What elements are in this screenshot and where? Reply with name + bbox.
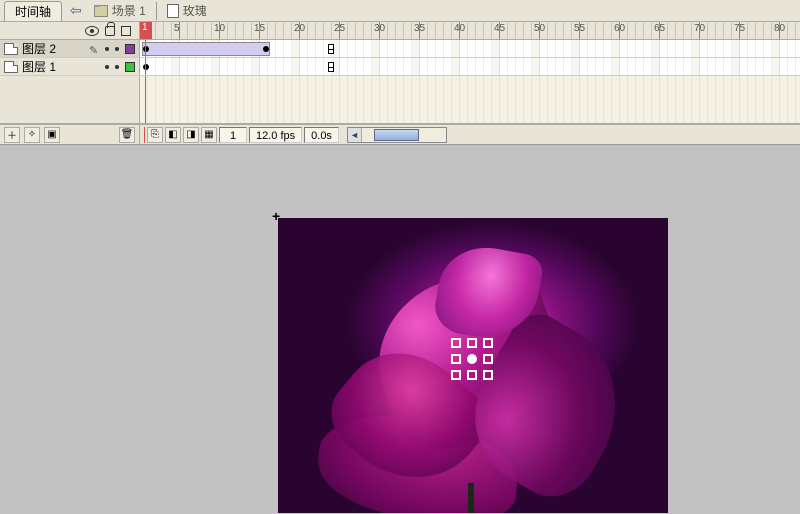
track-empty <box>140 76 800 123</box>
layer-cell[interactable]: 图层 1 <box>0 58 140 75</box>
layer-type-icon <box>4 43 18 55</box>
handle-center[interactable] <box>467 354 477 364</box>
pencil-icon <box>89 43 101 55</box>
onion-skin-button[interactable]: ◧ <box>165 127 181 143</box>
add-layer-button[interactable]: ＋ <box>4 127 20 143</box>
handle-bot-left[interactable] <box>451 370 461 380</box>
lock-dot[interactable] <box>115 47 119 51</box>
timeline-footer: ＋ ✧ ▣ 🗑 ⎘ ◧ ◨ ▦ 1 12.0 fps 0.0s ◄ <box>0 124 800 144</box>
back-button[interactable]: ⇦ <box>70 2 82 19</box>
handle-bot-right[interactable] <box>483 370 493 380</box>
playhead-indicator-icon <box>144 127 145 143</box>
transform-handles[interactable] <box>451 338 495 382</box>
timeline-header: 15101520253035404550556065707580 1 <box>0 22 800 40</box>
keyframe[interactable] <box>263 46 269 52</box>
layer-name[interactable]: 图层 1 <box>22 58 101 75</box>
layer-track[interactable] <box>140 58 800 75</box>
layers-empty-area <box>0 76 800 124</box>
layer-name[interactable]: 图层 2 <box>22 40 85 57</box>
layer-row[interactable]: 图层 2 <box>0 40 800 58</box>
layer-type-icon <box>4 61 18 73</box>
lock-dot[interactable] <box>115 65 119 69</box>
handle-mid-right[interactable] <box>483 354 493 364</box>
breadcrumb: 场景 1 玫瑰 <box>94 2 207 20</box>
outline-swatch[interactable] <box>125 62 135 72</box>
add-folder-button[interactable]: ▣ <box>44 127 60 143</box>
scene-icon <box>94 5 108 17</box>
handle-top-left[interactable] <box>451 338 461 348</box>
keyframe[interactable] <box>143 46 149 52</box>
symbol-icon <box>167 4 179 18</box>
add-guide-layer-button[interactable]: ✧ <box>24 127 40 143</box>
edit-multiple-frames-button[interactable]: ▦ <box>201 127 217 143</box>
delete-layer-button[interactable]: 🗑 <box>119 127 135 143</box>
layer-cell-empty <box>0 76 140 123</box>
outline-icon[interactable] <box>121 26 131 36</box>
handle-top-mid[interactable] <box>467 338 477 348</box>
onion-skin-outline-button[interactable]: ◨ <box>183 127 199 143</box>
timeline-panel: 15101520253035404550556065707580 1 图层 2图… <box>0 22 800 145</box>
tab-timeline[interactable]: 时间轴 <box>4 1 62 21</box>
selected-symbol-instance[interactable]: + <box>278 218 668 513</box>
handle-bot-mid[interactable] <box>467 370 477 380</box>
layer-track[interactable] <box>140 40 800 57</box>
playback-readouts: ⎘ ◧ ◨ ▦ 1 12.0 fps 0.0s ◄ <box>140 125 800 144</box>
playhead[interactable]: 1 <box>140 22 152 39</box>
playhead-line <box>145 58 146 75</box>
scroll-left-icon[interactable]: ◄ <box>348 128 362 142</box>
breadcrumb-divider <box>156 2 157 20</box>
current-frame-readout: 1 <box>219 127 247 143</box>
tween-span[interactable] <box>142 42 270 56</box>
scene-label[interactable]: 场景 1 <box>112 2 146 19</box>
stage[interactable]: + <box>0 166 800 514</box>
layer-row[interactable]: 图层 1 <box>0 58 800 76</box>
tab-timeline-label: 时间轴 <box>15 3 51 20</box>
layer-cell[interactable]: 图层 2 <box>0 40 140 57</box>
visibility-dot[interactable] <box>105 47 109 51</box>
lock-icon[interactable] <box>105 26 115 36</box>
frame-ruler[interactable]: 15101520253035404550556065707580 1 <box>140 22 800 39</box>
keyframe[interactable] <box>143 64 149 70</box>
playhead-line <box>145 76 146 123</box>
layer-tools: ＋ ✧ ▣ 🗑 <box>0 125 140 144</box>
elapsed-readout: 0.0s <box>304 127 339 143</box>
scrollbar-thumb[interactable] <box>374 129 419 141</box>
layer-column-header <box>0 22 140 39</box>
center-frame-button[interactable]: ⎘ <box>147 127 163 143</box>
top-toolbar: 时间轴 ⇦ 场景 1 玫瑰 <box>0 0 800 22</box>
handle-mid-left[interactable] <box>451 354 461 364</box>
playhead-line <box>145 40 146 57</box>
end-frame[interactable] <box>328 62 334 72</box>
timeline-scrollbar[interactable]: ◄ <box>347 127 447 143</box>
handle-top-right[interactable] <box>483 338 493 348</box>
end-frame[interactable] <box>328 44 334 54</box>
symbol-label[interactable]: 玫瑰 <box>183 2 207 19</box>
fps-readout: 12.0 fps <box>249 127 302 143</box>
visibility-dot[interactable] <box>105 65 109 69</box>
outline-swatch[interactable] <box>125 44 135 54</box>
visibility-icon[interactable] <box>85 26 99 36</box>
